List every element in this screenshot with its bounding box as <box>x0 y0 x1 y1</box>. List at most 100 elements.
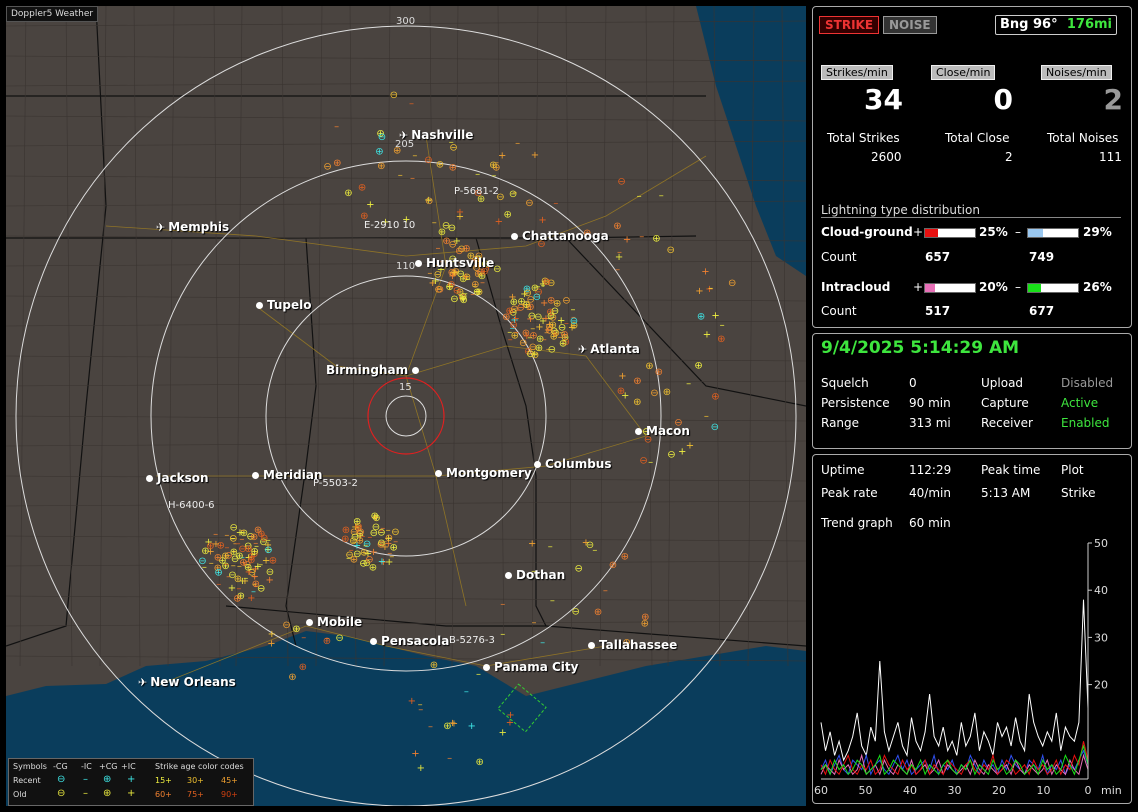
strike-symbol: ⊕ <box>342 525 350 536</box>
strike-symbol: – <box>558 332 563 343</box>
city-tupelo[interactable]: Tupelo <box>256 298 312 312</box>
strike-symbol: ⊖ <box>449 143 457 154</box>
strike-symbol: + <box>686 441 694 452</box>
strike-symbol: ⊖ <box>228 570 236 581</box>
city-memphis[interactable]: ✈ Memphis <box>156 220 229 234</box>
city-dot-icon <box>435 470 442 477</box>
city-macon[interactable]: Macon <box>635 424 690 438</box>
city-tallahassee[interactable]: Tallahassee <box>588 638 677 652</box>
strike-symbol: – <box>476 669 481 680</box>
plot-value[interactable]: Strike <box>1061 486 1096 500</box>
strike-symbol: ⊖ <box>562 295 570 306</box>
y-tick-label: 50 <box>1094 537 1108 550</box>
strike-symbol: ⊕ <box>594 607 602 618</box>
strike-symbol: ⊕ <box>502 312 510 323</box>
trend-series-line <box>820 599 1089 762</box>
strike-symbol: + <box>266 575 274 586</box>
city-atlanta[interactable]: ✈ Atlanta <box>578 342 640 356</box>
strike-symbol: – <box>515 138 520 149</box>
strike-symbol: – <box>216 579 221 590</box>
uptime-label: Uptime <box>821 463 865 477</box>
total-strikes-value: 2600 <box>871 150 902 164</box>
peak-time-value: 5:13 AM <box>981 486 1031 500</box>
city-mobile[interactable]: Mobile <box>306 615 362 629</box>
city-dot-icon <box>146 475 153 482</box>
strike-symbol: – <box>648 457 653 468</box>
sensor-label: P-5503-2 <box>313 478 358 489</box>
y-tick-label: 20 <box>1094 679 1108 692</box>
strike-symbol: – <box>389 551 394 562</box>
cg-count-label: Count <box>821 250 857 264</box>
strike-button[interactable]: STRIKE <box>819 16 880 34</box>
strike-symbol: + <box>568 323 576 334</box>
strike-symbol: – <box>720 320 725 331</box>
strike-symbol: ⊕ <box>244 544 252 555</box>
cloud-ground-label: Cloud-ground <box>821 225 913 239</box>
strike-symbol: – <box>447 753 452 764</box>
cg-minus-old-icon: ⊖ <box>57 788 66 799</box>
x-tick-label: 40 <box>903 784 917 797</box>
city-meridian[interactable]: Meridian <box>252 468 322 482</box>
city-pensacola[interactable]: Pensacola <box>370 634 449 648</box>
city-dothan[interactable]: Dothan <box>505 568 565 582</box>
strike-symbol: ⊖ <box>572 607 580 618</box>
strike-symbol: ⊕ <box>358 183 366 194</box>
strike-stats-panel: STRIKE NOISE Bng 96° 176mi Strikes/min C… <box>812 6 1132 328</box>
map-canvas: ⊖ ⊖⊖ ⊖⊕+⊖–⊕⊖⊖+⊖⊕– +⊕–⊕⊖⊕–⊕⊕⊕⊕⊖–+–⊕–+–– –+⊖⊖⊕… <box>6 6 806 806</box>
city-dot-icon <box>635 428 642 435</box>
strike-symbol: ⊕ <box>375 147 383 158</box>
strike-symbol: ⊕ <box>621 552 629 563</box>
strike-symbol: ⊕ <box>504 210 512 221</box>
city-chattanooga[interactable]: Chattanooga <box>511 229 609 243</box>
strike-symbol: ⊕ <box>430 660 438 671</box>
strike-symbol: – <box>231 561 236 572</box>
total-noises-value: 111 <box>1099 150 1122 164</box>
strikes-min-header: Strikes/min <box>821 65 893 80</box>
strike-symbol: – <box>704 411 709 422</box>
strike-symbol: ⊖ <box>650 388 658 399</box>
total-close-value: 2 <box>1005 150 1013 164</box>
strike-symbol: – <box>550 596 555 607</box>
strike-symbol: ⊕ <box>299 662 307 673</box>
city-montgomery[interactable]: Montgomery <box>435 466 532 480</box>
strike-symbol: + <box>366 200 374 211</box>
strike-symbol: ⊕ <box>353 517 361 528</box>
city-birmingham[interactable]: Birmingham <box>326 363 423 377</box>
city-panama-city[interactable]: Panama City <box>483 660 578 674</box>
city-nashville[interactable]: ✈ Nashville <box>399 128 473 142</box>
strike-symbol: – <box>410 173 415 184</box>
strike-symbol: ⊖ <box>711 422 719 433</box>
strike-symbol: ⊖ <box>728 278 736 289</box>
peak-rate-label: Peak rate <box>821 486 878 500</box>
strike-symbol: ⊖ <box>434 285 442 296</box>
strike-symbol: ⊕ <box>288 672 296 683</box>
trend-graph-label: Trend graph <box>821 516 893 530</box>
ic-minus-percent: 26% <box>1083 280 1112 294</box>
strike-symbol: + <box>267 639 275 650</box>
city-huntsville[interactable]: Huntsville <box>415 256 494 270</box>
strike-symbol: ⊕ <box>269 555 277 566</box>
city-columbus[interactable]: Columbus <box>534 457 612 471</box>
strike-symbol: ⊕ <box>655 367 663 378</box>
ic-minus-bar <box>1027 283 1079 293</box>
strike-symbol: ⊖ <box>543 277 551 288</box>
strike-symbol: ⊖ <box>551 306 559 317</box>
strike-symbol: ⊕ <box>633 397 641 408</box>
strike-symbol: + <box>508 292 516 303</box>
ic-minus-count: 677 <box>1029 304 1055 318</box>
trend-series-line <box>820 744 1089 776</box>
strike-symbol: – <box>464 686 469 697</box>
x-tick-label: 0 <box>1085 784 1092 797</box>
strike-symbol: ⊕ <box>233 594 241 605</box>
cg-plus-recent-icon: ⊕ <box>103 774 112 785</box>
total-noises-label: Total Noises <box>1047 131 1119 145</box>
city-new-orleans[interactable]: ✈ New Orleans <box>138 675 236 689</box>
strike-symbol: – <box>615 264 620 275</box>
noise-button[interactable]: NOISE <box>883 16 937 34</box>
strike-symbol: – <box>412 151 417 162</box>
lightning-map[interactable]: ⊖ ⊖ ⊖ ⊖ ⊕ + ⊖ – ⊕ ⊖ ⊖ + ⊖ ⊕ – + ⊕ – ⊕ ⊖ ⊕ – ⊕ ⊕ ⊕ ⊕ ⊖ – + – ⊕ – + – – – + ⊖ ⊖ ⊕… <box>6 6 806 806</box>
strike-symbol: ⊖ <box>639 455 647 466</box>
strike-symbol: – <box>243 573 248 584</box>
strike-symbol: – <box>230 534 235 545</box>
city-jackson[interactable]: Jackson <box>146 471 209 485</box>
